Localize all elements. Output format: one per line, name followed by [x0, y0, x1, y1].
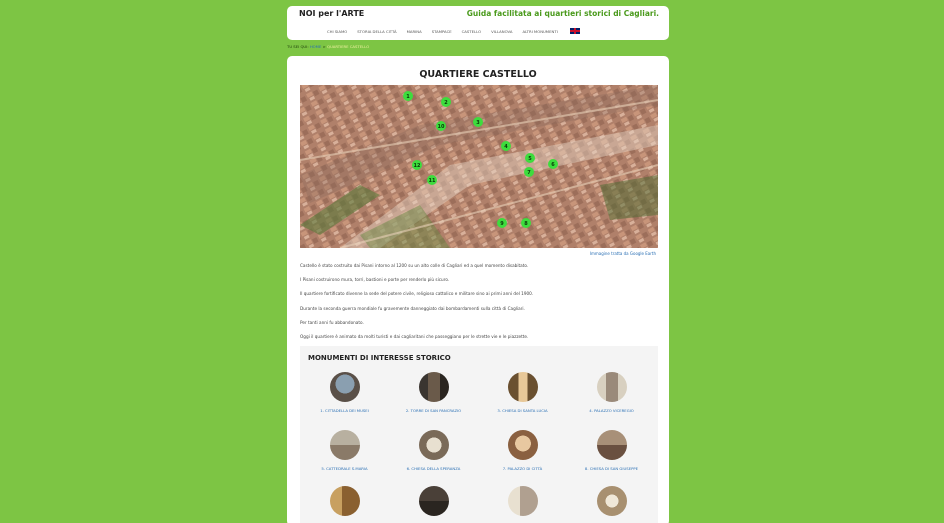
site-brand[interactable]: NOI per l'ARTE — [299, 9, 364, 18]
map-marker[interactable]: 4 — [501, 141, 511, 151]
monument-label[interactable]: 5. CATTEDRALE S.MARIA — [300, 466, 389, 471]
paragraph: Durante la seconda guerra mondiale fu gr… — [300, 306, 525, 311]
monument-card[interactable] — [389, 486, 478, 516]
breadcrumb-prefix: TU SEI QUI: — [287, 44, 309, 49]
aerial-map-svg: 1 2 10 3 4 5 6 7 12 11 9 8 — [300, 85, 658, 248]
svg-text:11: 11 — [429, 178, 436, 184]
monument-card[interactable] — [478, 486, 567, 516]
nav-item-marina[interactable]: MARINA — [407, 29, 422, 34]
paragraph: Castello è stato costruito dai Pisani in… — [300, 263, 529, 268]
map-marker[interactable]: 9 — [497, 218, 507, 228]
image-credit[interactable]: Immagine tratta da Google Earth — [590, 251, 656, 256]
monument-card[interactable]: 7. PALAZZO DI CITTÀ — [478, 430, 567, 471]
monument-thumbnail[interactable] — [418, 430, 449, 460]
aerial-map-image: 1 2 10 3 4 5 6 7 12 11 9 8 — [300, 85, 658, 248]
nav-item-castello[interactable]: CASTELLO — [462, 29, 481, 34]
monument-thumbnail[interactable] — [596, 372, 627, 402]
svg-text:8: 8 — [524, 221, 528, 227]
monument-card[interactable]: 4. PALAZZO VICEREGIO — [567, 372, 656, 413]
svg-text:10: 10 — [438, 124, 445, 130]
monument-label[interactable]: 4. PALAZZO VICEREGIO — [567, 408, 656, 413]
monument-thumbnail[interactable] — [329, 430, 360, 460]
map-marker[interactable]: 8 — [521, 218, 531, 228]
map-marker[interactable]: 3 — [473, 117, 483, 127]
monument-thumbnail[interactable] — [507, 430, 538, 460]
monument-card[interactable]: 3. CHIESA DI SANTA LUCIA — [478, 372, 567, 413]
paragraph: Per tanti anni fu abbandonato. — [300, 320, 364, 325]
monument-thumbnail[interactable] — [329, 372, 360, 402]
monument-thumbnail[interactable] — [507, 372, 538, 402]
site-header: NOI per l'ARTE Guida facilitata ai quart… — [287, 6, 669, 40]
monument-thumbnail[interactable] — [329, 486, 360, 516]
nav-item-villanova[interactable]: VILLANOVA — [491, 29, 512, 34]
monument-label[interactable]: 8. CHIESA DI SAN GIUSEPPE — [567, 466, 656, 471]
map-marker[interactable]: 12 — [412, 160, 422, 170]
monument-thumbnail[interactable] — [418, 486, 449, 516]
map-marker[interactable]: 5 — [525, 153, 535, 163]
monument-thumbnail[interactable] — [507, 486, 538, 516]
monument-card[interactable]: 2. TORRE DI SAN PANCRAZIO — [389, 372, 478, 413]
map-marker[interactable]: 1 — [403, 91, 413, 101]
nav-item-storia[interactable]: STORIA DELLA CITTÀ — [357, 29, 396, 34]
breadcrumb-home[interactable]: HOME — [310, 44, 322, 49]
monument-card[interactable]: 8. CHIESA DI SAN GIUSEPPE — [567, 430, 656, 471]
monument-thumbnail[interactable] — [596, 430, 627, 460]
monument-thumbnail[interactable] — [596, 486, 627, 516]
monument-card[interactable]: 1. CITTADELLA DEI MUSEI — [300, 372, 389, 413]
map-marker[interactable]: 11 — [427, 175, 437, 185]
uk-flag-icon[interactable] — [569, 28, 580, 34]
nav-item-altri-monumenti[interactable]: ALTRI MONUMENTI — [522, 29, 557, 34]
monuments-section: MONUMENTI DI INTERESSE STORICO 1. CITTAD… — [300, 346, 658, 523]
main-nav: CHI SIAMO STORIA DELLA CITTÀ MARINA STAM… — [327, 28, 580, 34]
nav-item-stampace[interactable]: STAMPACE — [432, 29, 452, 34]
svg-text:3: 3 — [476, 120, 480, 126]
svg-text:4: 4 — [504, 144, 508, 150]
monuments-title: MONUMENTI DI INTERESSE STORICO — [308, 354, 451, 362]
breadcrumb-current: QUARTIERE CASTELLO — [326, 44, 370, 49]
monument-thumbnail[interactable] — [418, 372, 449, 402]
monument-card[interactable] — [567, 486, 656, 516]
map-marker[interactable]: 2 — [441, 97, 451, 107]
paragraph: Il quartiere fortificato divenne la sede… — [300, 291, 534, 296]
map-marker[interactable]: 7 — [524, 167, 534, 177]
map-marker[interactable]: 10 — [436, 121, 446, 131]
page-title: QUARTIERE CASTELLO — [419, 69, 537, 80]
map-marker[interactable]: 6 — [548, 159, 558, 169]
breadcrumb: TU SEI QUI: HOME > QUARTIERE CASTELLO — [287, 44, 369, 49]
monument-card[interactable]: 6. CHIESA DELLA SPERANZA — [389, 430, 478, 471]
monument-label[interactable]: 7. PALAZZO DI CITTÀ — [478, 466, 567, 471]
monument-card[interactable] — [300, 486, 389, 516]
site-tagline: Guida facilitata ai quartieri storici di… — [466, 9, 659, 18]
svg-text:5: 5 — [528, 156, 532, 162]
monument-label[interactable]: 3. CHIESA DI SANTA LUCIA — [478, 408, 567, 413]
paragraph: I Pisani costruirono mura, torri, bastio… — [300, 277, 450, 282]
svg-text:6: 6 — [551, 162, 555, 168]
svg-text:1: 1 — [406, 94, 410, 100]
svg-text:7: 7 — [527, 170, 531, 176]
svg-text:2: 2 — [444, 100, 448, 106]
main-content: QUARTIERE CASTELLO 1 2 10 3 4 5 6 7 12 1… — [287, 56, 669, 523]
nav-item-chi-siamo[interactable]: CHI SIAMO — [327, 29, 347, 34]
monument-card[interactable]: 5. CATTEDRALE S.MARIA — [300, 430, 389, 471]
svg-text:12: 12 — [414, 163, 421, 169]
paragraph: Oggi il quartiere è animato da molti tur… — [300, 334, 529, 339]
svg-text:9: 9 — [500, 221, 504, 227]
monument-label[interactable]: 1. CITTADELLA DEI MUSEI — [300, 408, 389, 413]
monument-label[interactable]: 2. TORRE DI SAN PANCRAZIO — [389, 408, 478, 413]
monument-label[interactable]: 6. CHIESA DELLA SPERANZA — [389, 466, 478, 471]
